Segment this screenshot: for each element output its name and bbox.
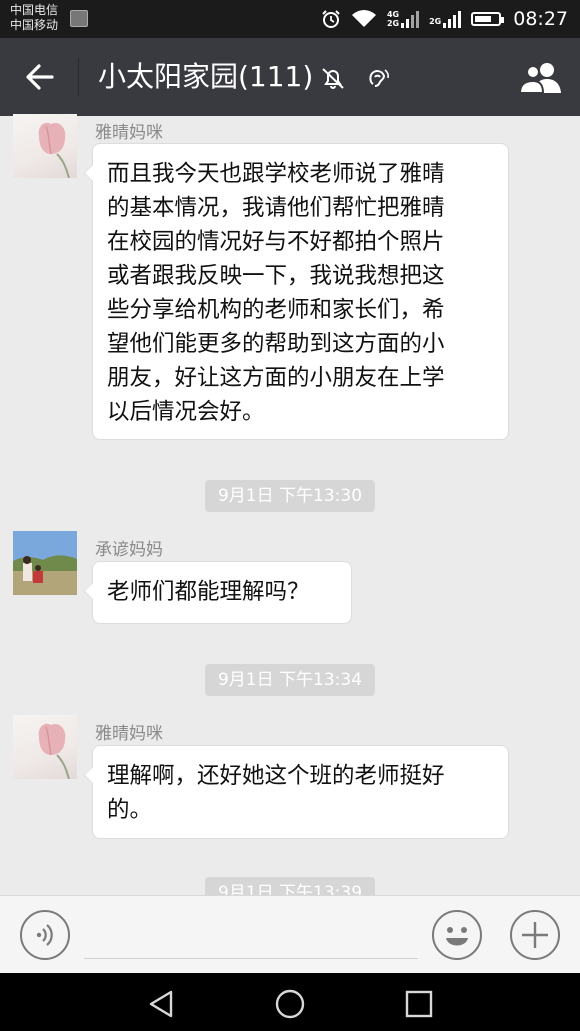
signal-icon-2 [443,10,462,28]
battery-icon [471,12,505,26]
photo-avatar-image [13,531,77,595]
sender-name: 雅晴妈咪 [95,123,163,143]
system-nav-bar [0,973,580,1031]
chat-title: 小太阳家园(111) [98,60,314,93]
carrier-2: 中国移动 [10,18,59,32]
message-line: 老师们都能理解吗？ [107,579,310,605]
nav-back-icon[interactable] [145,987,179,1021]
message-line: 理解啊，还好她这个班的老师挺好 [107,763,445,789]
carrier-1: 中国电信 [10,3,59,17]
avatar-chengyan-mom[interactable] [13,531,77,595]
voice-button[interactable] [20,910,70,960]
message-line: 或者跟我反映一下，我说我想把这 [107,263,445,289]
back-arrow-icon[interactable] [24,60,56,94]
message-line: 的。 [107,797,153,823]
earpiece-icon [369,69,389,87]
clock: 08:27 [513,8,568,30]
chat-header: 小太阳家园(111) [0,38,580,116]
input-bar [0,895,580,973]
message-bubble[interactable]: 老师们都能理解吗？ [84,561,352,624]
status-icons: 4G 2G 2G 08:27 [321,0,568,38]
more-button[interactable] [510,910,560,960]
tulip-avatar-image [38,723,70,779]
signal-icon [401,10,420,28]
tulip-avatar-image [38,122,70,178]
message-line: 在校园的情况好与不好都拍个照片 [107,229,445,255]
net-4g-label: 4G [386,10,400,19]
avatar-yaqing-mom[interactable] [13,715,77,779]
carrier-info: 中国电信 中国移动 [10,3,58,33]
image-notification-icon [70,10,88,27]
mute-icon [322,68,344,89]
nav-home-icon[interactable] [273,987,307,1021]
timestamp: 9月1日 下午13:34 [205,664,375,696]
message-input[interactable] [84,958,418,959]
sender-name: 承谚妈妈 [95,540,163,560]
message-line: 望他们能更多的帮助到这方面的小 [107,331,445,357]
emoji-button[interactable] [432,910,482,960]
timestamp: 9月1日 下午13:30 [205,480,375,512]
status-bar: 中国电信 中国移动 4G 2G 2G 08:27 [0,0,580,38]
message-bubble[interactable]: 理解啊，还好她这个班的老师挺好 的。 [84,745,509,839]
avatar-yaqing-mom[interactable] [13,114,77,178]
signal-4g: 4G 2G [386,10,420,28]
sender-name: 雅晴妈咪 [95,724,163,744]
wifi-icon [351,10,376,27]
message-line: 的基本情况，我请他们帮忙把雅晴 [107,195,445,221]
net-2g-label-a: 2G [386,19,400,28]
emoji-icon [446,927,468,946]
message-line: 而且我今天也跟学校老师说了雅晴 [107,161,445,187]
alarm-icon [322,10,340,28]
voice-icon [36,924,53,946]
message-bubble[interactable]: 而且我今天也跟学校老师说了雅晴 的基本情况，我请他们帮忙把雅晴 在校园的情况好与… [84,143,509,440]
group-members-icon[interactable] [518,60,564,94]
plus-icon [522,922,548,948]
signal-2g: 2G [429,10,462,28]
nav-recents-icon[interactable] [402,987,436,1021]
net-2g-label-b: 2G [429,17,442,26]
message-line: 以后情况会好。 [107,399,265,425]
message-line: 朋友，好让这方面的小朋友在上学 [107,365,445,391]
header-divider [78,58,79,96]
message-line: 些分享给机构的老师和家长们，希 [107,297,445,323]
